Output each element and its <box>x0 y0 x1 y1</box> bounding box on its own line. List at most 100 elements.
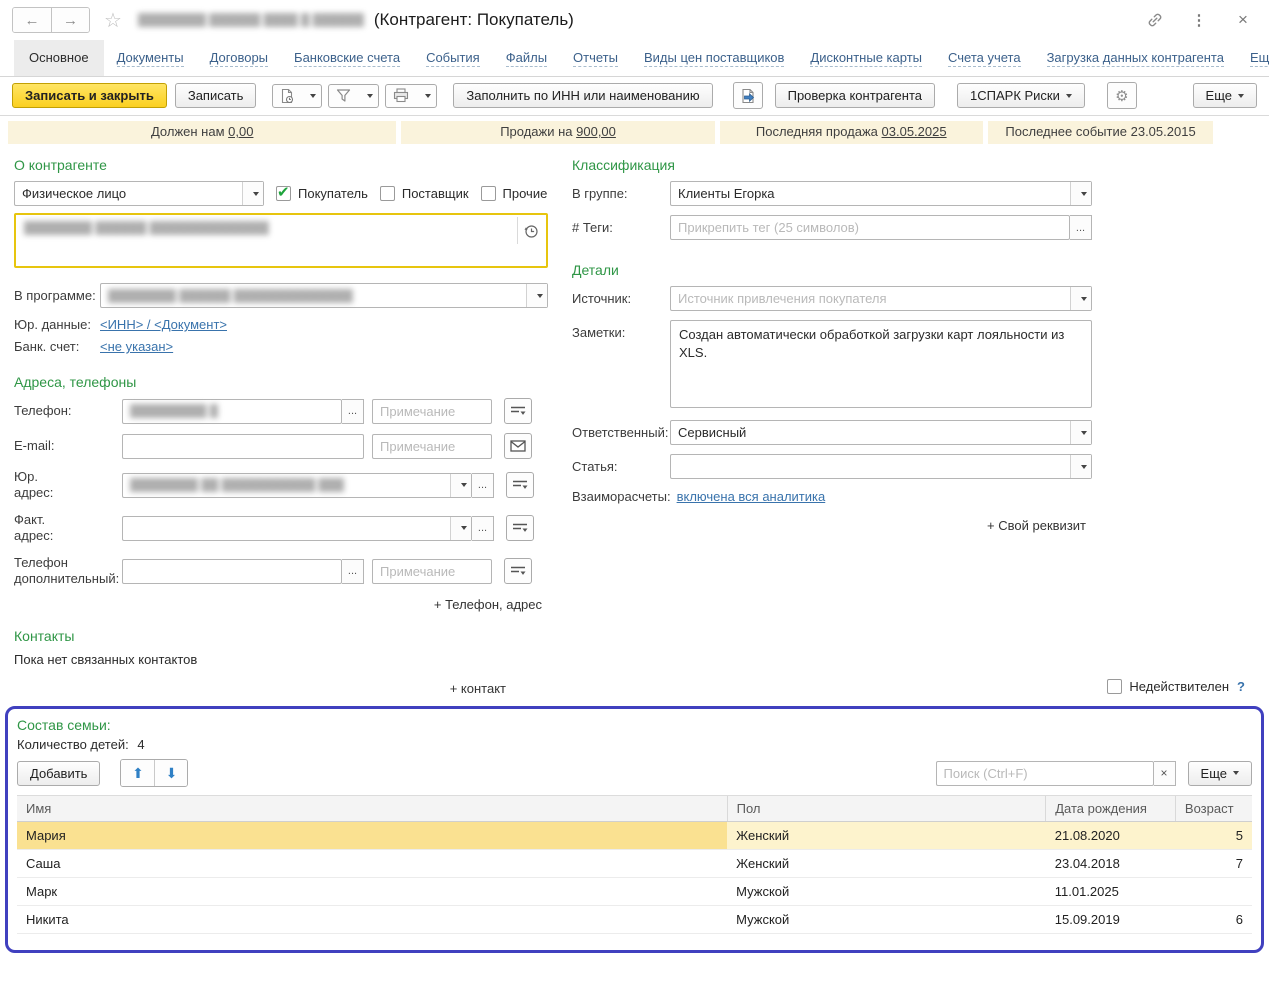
chevron-down-icon[interactable] <box>1070 421 1091 444</box>
phone2-list-button[interactable] <box>504 558 532 584</box>
search-clear-button[interactable]: × <box>1154 761 1176 786</box>
source-combo[interactable] <box>670 286 1092 311</box>
chevron-down-icon[interactable] <box>242 182 263 205</box>
responsible-combo[interactable]: Сервисный <box>670 420 1092 445</box>
chevron-down-icon[interactable] <box>526 284 547 307</box>
checkbox-prochie[interactable]: Прочие <box>481 186 548 201</box>
window-menu-kebab-icon[interactable]: ⋮ <box>1189 10 1209 30</box>
move-up-button[interactable]: ⬆ <box>121 760 154 786</box>
col-name-header[interactable]: Имя <box>17 796 727 822</box>
status-value-link[interactable]: 03.05.2025 <box>882 124 947 139</box>
table-row[interactable]: Марк Мужской 11.01.2025 <box>17 878 1252 906</box>
bank-account-link[interactable]: <не указан> <box>100 339 173 354</box>
chevron-down-icon[interactable] <box>1070 287 1091 310</box>
tab-diskontnye-karty[interactable]: Дисконтные карты <box>797 40 935 76</box>
cell-birthdate[interactable]: 15.09.2019 <box>1046 906 1176 934</box>
cell-gender[interactable]: Мужской <box>727 906 1046 934</box>
legal-address-list-button[interactable] <box>506 472 534 498</box>
cell-age[interactable]: 6 <box>1175 906 1252 934</box>
chevron-down-icon[interactable] <box>450 517 471 540</box>
invalid-help-link[interactable]: ? <box>1237 679 1245 694</box>
phone-note-input[interactable] <box>372 399 492 424</box>
tab-dokumenty[interactable]: Документы <box>104 40 197 76</box>
col-age-header[interactable]: Возраст <box>1175 796 1252 822</box>
add-family-member-button[interactable]: Добавить <box>17 761 100 786</box>
family-more-button[interactable]: Еще <box>1188 761 1252 786</box>
tab-zagruzka-dannyh[interactable]: Загрузка данных контрагента <box>1034 40 1237 76</box>
checkbox-unchecked-icon[interactable] <box>481 186 496 201</box>
group-combo[interactable]: Клиенты Егорка <box>670 181 1092 206</box>
tab-dogovory[interactable]: Договоры <box>197 40 281 76</box>
cell-birthdate[interactable]: 11.01.2025 <box>1046 878 1176 906</box>
phone-input[interactable]: █████████ █ <box>122 399 342 424</box>
favorite-star-icon[interactable]: ☆ <box>104 8 122 33</box>
email-note-input[interactable] <box>372 434 492 459</box>
table-row[interactable]: Саша Женский 23.04.2018 7 <box>17 850 1252 878</box>
save-button[interactable]: Записать <box>175 83 257 108</box>
spark-risks-button[interactable]: 1СПАРК Риски <box>957 83 1085 108</box>
load-data-button[interactable] <box>733 82 763 109</box>
get-link-icon[interactable] <box>1145 10 1165 30</box>
family-search-input[interactable] <box>936 761 1154 786</box>
article-combo[interactable] <box>670 454 1092 479</box>
cell-age[interactable] <box>1175 878 1252 906</box>
tab-bankovskie-scheta[interactable]: Банковские счета <box>281 40 413 76</box>
save-and-close-button[interactable]: Записать и закрыть <box>12 83 167 108</box>
cell-birthdate[interactable]: 23.04.2018 <box>1046 850 1176 878</box>
chevron-down-icon[interactable] <box>1070 455 1091 478</box>
cell-age[interactable]: 5 <box>1175 822 1252 850</box>
checkbox-pokupatel[interactable]: Покупатель <box>276 186 368 201</box>
notes-textarea[interactable]: Создан автоматически обработкой загрузки… <box>670 320 1092 408</box>
phone2-select-button[interactable]: ... <box>342 559 364 584</box>
chevron-down-icon[interactable] <box>450 474 471 497</box>
print-button[interactable] <box>385 84 437 108</box>
tags-select-button[interactable]: ... <box>1070 215 1092 240</box>
add-phone-address-link[interactable]: + Телефон, адрес <box>434 597 542 612</box>
add-custom-field-link[interactable]: + Свой реквизит <box>987 518 1086 533</box>
close-icon[interactable]: × <box>1233 10 1253 30</box>
legal-address-select-button[interactable]: ... <box>472 473 494 498</box>
in-program-combo[interactable]: ████████ ██████ ██████████████ <box>100 283 548 308</box>
table-row[interactable]: Никита Мужской 15.09.2019 6 <box>17 906 1252 934</box>
phone2-input[interactable] <box>122 559 342 584</box>
cell-name[interactable]: Мария <box>17 822 727 850</box>
fact-address-select-button[interactable]: ... <box>472 516 494 541</box>
cell-gender[interactable]: Мужской <box>727 878 1046 906</box>
tags-input[interactable] <box>670 215 1070 240</box>
tab-osnovnoe[interactable]: Основное <box>14 40 104 76</box>
move-down-button[interactable]: ⬇ <box>154 760 187 786</box>
create-based-on-button[interactable] <box>272 84 322 108</box>
cell-gender[interactable]: Женский <box>727 822 1046 850</box>
col-birthdate-header[interactable]: Дата рождения <box>1046 796 1176 822</box>
tab-more[interactable]: Еще... <box>1237 40 1269 76</box>
tab-scheta-ucheta[interactable]: Счета учета <box>935 40 1034 76</box>
tab-fayly[interactable]: Файлы <box>493 40 560 76</box>
tab-vidy-cen-postavshchikov[interactable]: Виды цен поставщиков <box>631 40 797 76</box>
cell-birthdate[interactable]: 21.08.2020 <box>1046 822 1176 850</box>
cell-name[interactable]: Никита <box>17 906 727 934</box>
table-row[interactable]: Мария Женский 21.08.2020 5 <box>17 822 1252 850</box>
status-value-link[interactable]: 0,00 <box>228 124 253 139</box>
checkbox-unchecked-icon[interactable] <box>380 186 395 201</box>
phone-list-button[interactable] <box>504 398 532 424</box>
invalid-checkbox[interactable] <box>1107 679 1122 694</box>
forward-button[interactable]: → <box>51 8 89 32</box>
status-value-link[interactable]: 900,00 <box>576 124 616 139</box>
tab-otchety[interactable]: Отчеты <box>560 40 631 76</box>
fact-address-list-button[interactable] <box>506 515 534 541</box>
checkbox-postavshchik[interactable]: Поставщик <box>380 186 469 201</box>
cell-name[interactable]: Саша <box>17 850 727 878</box>
cell-name[interactable]: Марк <box>17 878 727 906</box>
cell-gender[interactable]: Женский <box>727 850 1046 878</box>
toolbar-more-button[interactable]: Еще <box>1193 83 1257 108</box>
tab-sobytiya[interactable]: События <box>413 40 493 76</box>
email-input[interactable] <box>122 434 364 459</box>
settings-button[interactable]: ⚙ <box>1107 82 1137 109</box>
fill-by-inn-button[interactable]: Заполнить по ИНН или наименованию <box>453 83 712 108</box>
filter-button[interactable] <box>328 84 379 108</box>
checkbox-checked-icon[interactable] <box>276 186 291 201</box>
fact-address-combo[interactable] <box>122 516 472 541</box>
source-input[interactable] <box>671 291 1070 306</box>
legal-data-link[interactable]: <ИНН> / <Документ> <box>100 317 227 332</box>
back-button[interactable]: ← <box>13 8 51 32</box>
